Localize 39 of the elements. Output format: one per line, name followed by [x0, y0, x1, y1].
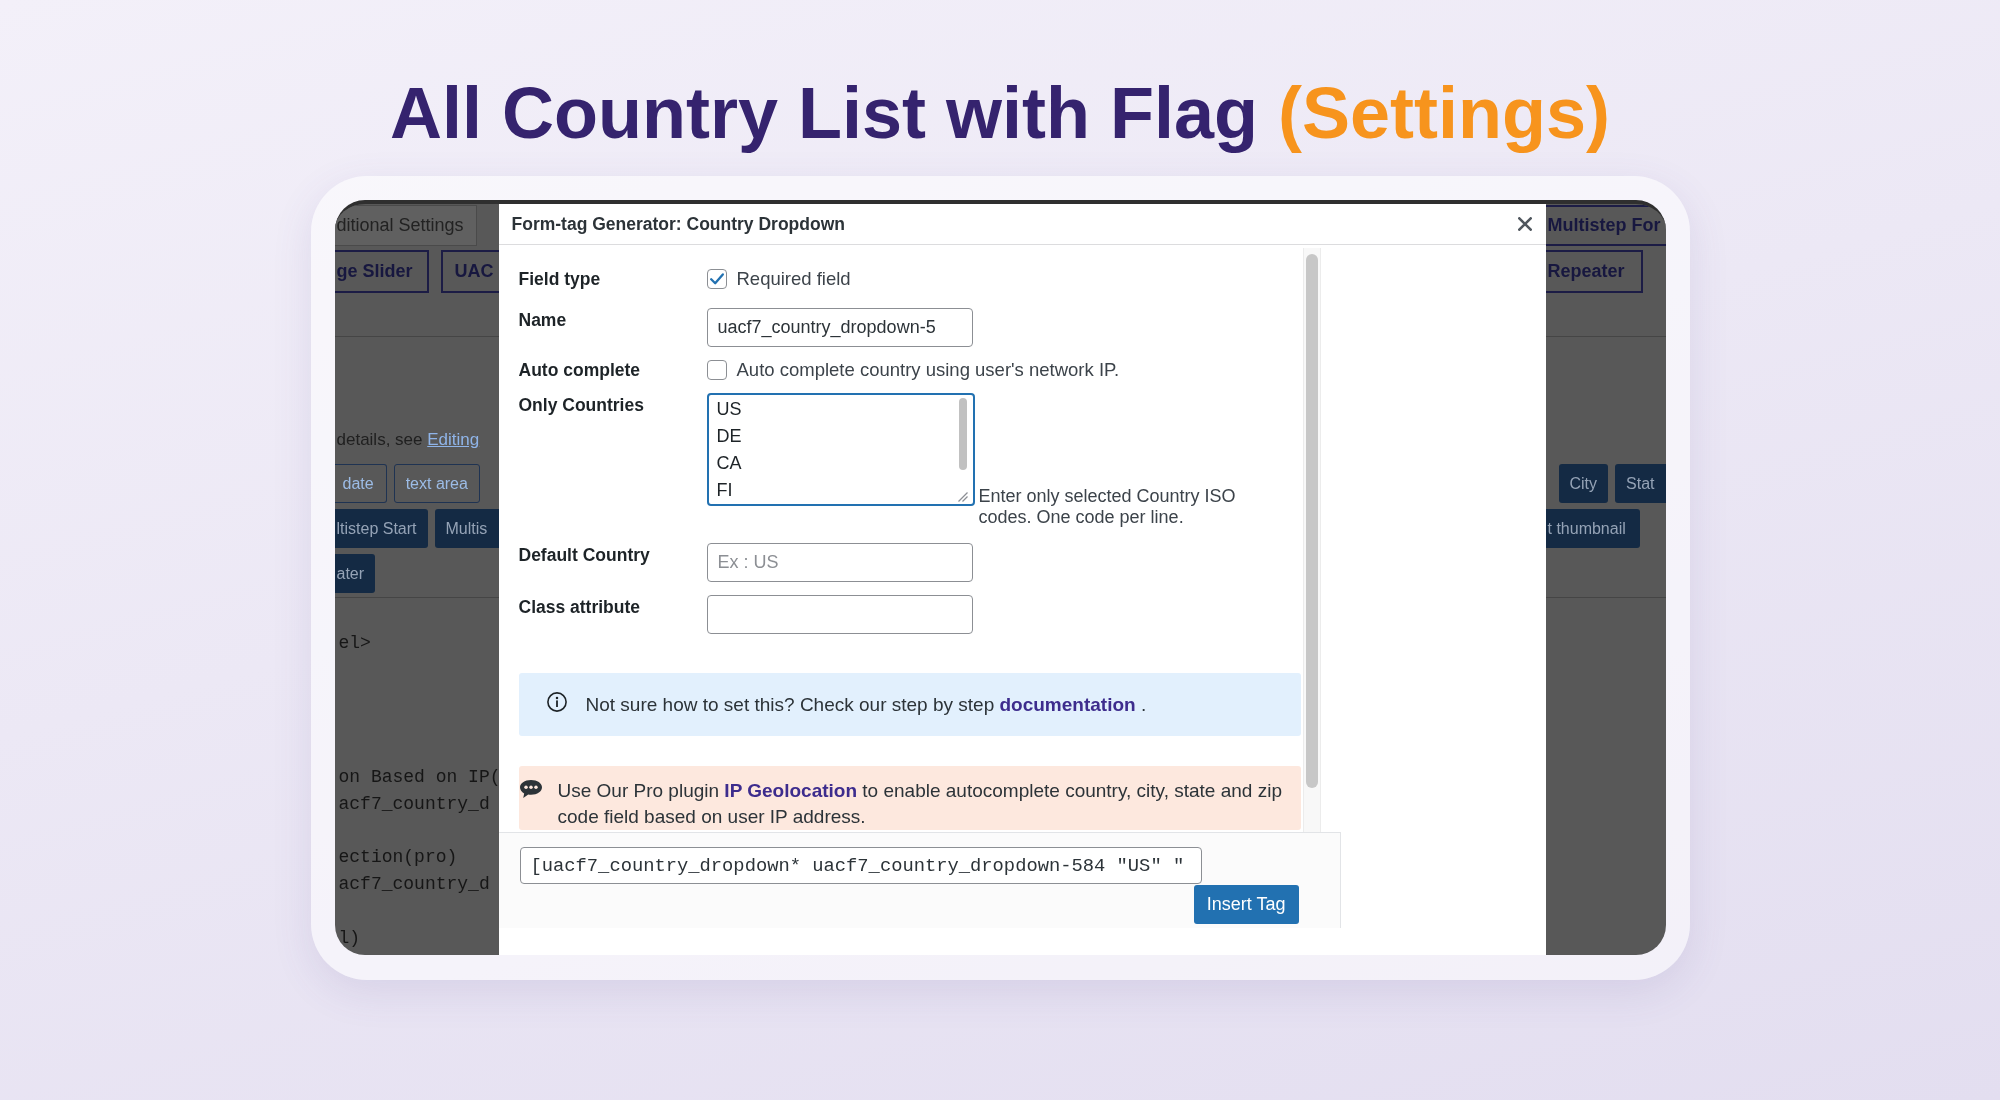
close-icon[interactable]: [1517, 217, 1532, 231]
field-label: Class attribute: [518, 596, 642, 619]
promo-text: Use Our Pro plugin IP Geolocation to enable autocomplete country, city, state and zip code field based on user IP address.: [557, 779, 1283, 829]
tag-output-field[interactable]: [uacf7_country_dropdown* uacf7_country_dropdown-584 "US" ": [519, 847, 1202, 884]
field-label: Auto complete: [518, 360, 642, 380]
insert-tag-button[interactable]: Insert Tag: [1193, 885, 1299, 924]
page-title: All Country List with Flag (Settings): [390, 73, 1610, 153]
ip-geolocation-link[interactable]: IP Geolocation: [724, 780, 858, 801]
field-label: Default Country: [518, 544, 651, 567]
field-label: Name: [518, 309, 568, 332]
field-label: Only Countries: [518, 394, 645, 417]
link[interactable]: Editing: [427, 430, 480, 449]
checkbox[interactable]: [706, 269, 727, 289]
textarea-field[interactable]: US DE CA FI: [706, 393, 975, 506]
tag-button[interactable]: Stat: [1615, 464, 1666, 503]
checkbox-label: Required field: [736, 269, 851, 289]
scrollbar[interactable]: [1302, 248, 1321, 832]
checkbox-label: Auto complete country using user's network IP.: [736, 360, 1120, 380]
tag-button[interactable]: ater: [334, 554, 376, 593]
scrollbar-thumb[interactable]: [958, 398, 967, 470]
tag-button[interactable]: Multis: [434, 509, 499, 548]
tag-button[interactable]: ltistep Start: [334, 509, 428, 548]
field-label: Field type: [518, 269, 602, 289]
tag-button[interactable]: date: [334, 464, 387, 503]
help-text: details, see Editing: [335, 430, 480, 450]
checkbox[interactable]: [706, 360, 727, 380]
info-text: Not sure how to set this? Check our step by step documentation .: [585, 693, 1147, 716]
dialog-title: Form-tag Generator: Country Dropdown: [511, 213, 845, 235]
tag-button[interactable]: t thumbnail: [1545, 509, 1640, 548]
documentation-link[interactable]: documentation: [999, 693, 1136, 715]
info-icon: [546, 691, 567, 712]
help-text: Enter only selected Country ISO codes. One code per line.: [978, 486, 1237, 528]
input-field[interactable]: Ex : US: [706, 543, 973, 582]
input-field[interactable]: uacf7_country_dropdown-5: [706, 308, 973, 347]
tag-button[interactable]: text area: [393, 464, 480, 503]
tag-button[interactable]: City: [1558, 464, 1609, 503]
input-field[interactable]: [706, 595, 973, 634]
resize-grip-icon[interactable]: [957, 492, 968, 502]
code-text: el> on Based on IP( acf7_country_d ection(pro) acf7_country_d l): [337, 632, 499, 950]
